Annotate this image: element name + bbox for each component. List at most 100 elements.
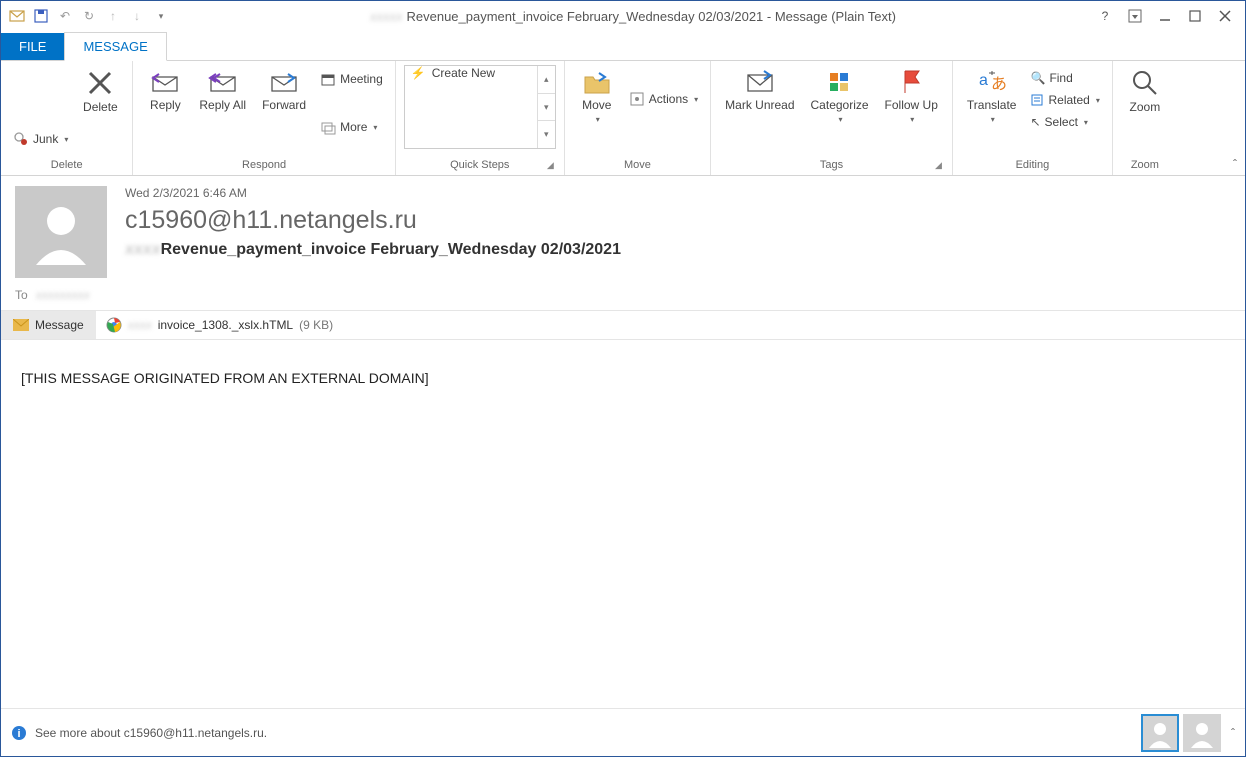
ribbon-collapse-icon[interactable]: ˆ	[1233, 157, 1237, 171]
redacted-text: xxxxx	[370, 9, 403, 24]
redo-icon[interactable]: ↻	[81, 8, 97, 24]
message-body-text: [THIS MESSAGE ORIGINATED FROM AN EXTERNA…	[21, 370, 429, 386]
up-arrow-icon[interactable]: ↑	[105, 8, 121, 24]
tab-message[interactable]: MESSAGE	[64, 32, 166, 61]
more-button[interactable]: More▾	[316, 117, 387, 137]
redacted-text: xxxx	[125, 241, 161, 258]
message-header: Wed 2/3/2021 6:46 AM c15960@h11.netangel…	[1, 176, 1245, 278]
zoom-label: Zoom	[1130, 101, 1161, 114]
categorize-label: Categorize	[811, 98, 869, 112]
help-icon[interactable]: ?	[1097, 8, 1113, 24]
group-label-quicksteps: Quick Steps◢	[404, 157, 556, 173]
delete-label: Delete	[83, 101, 118, 114]
reply-all-label: Reply All	[199, 99, 246, 112]
related-label: Related	[1048, 93, 1089, 107]
message-date: Wed 2/3/2021 6:46 AM	[125, 186, 1231, 200]
redacted-text: xxxx	[128, 318, 152, 332]
svg-text:a: a	[979, 72, 988, 89]
reply-label: Reply	[150, 99, 181, 112]
people-pane-expand-icon[interactable]: ˆ	[1231, 726, 1235, 740]
attachment-size: (9 KB)	[299, 318, 333, 332]
footer-info: i See more about c15960@h11.netangels.ru…	[11, 725, 267, 741]
scroll-more-icon[interactable]: ▾	[538, 121, 555, 148]
footer-info-text: See more about c15960@h11.netangels.ru.	[35, 726, 267, 740]
meeting-label: Meeting	[340, 72, 383, 86]
categorize-button[interactable]: Categorize▾	[805, 65, 875, 127]
actions-label: Actions	[649, 92, 688, 106]
meeting-button[interactable]: Meeting	[316, 69, 387, 89]
forward-label: Forward	[262, 99, 306, 112]
translate-button[interactable]: aあ Translate▾	[961, 65, 1023, 127]
avatar-recipient[interactable]	[1183, 714, 1221, 752]
find-button[interactable]: 🔍 Find	[1026, 69, 1103, 87]
message-subject: xxxxRevenue_payment_invoice February_Wed…	[125, 241, 1231, 259]
group-label-move: Move	[573, 157, 702, 173]
move-label: Move	[582, 98, 611, 112]
avatar-sender[interactable]	[1141, 714, 1179, 752]
ribbon: Junk▾ Delete Delete Reply Reply All Forw…	[1, 61, 1245, 176]
lightning-icon: ⚡	[411, 66, 426, 80]
save-icon[interactable]	[33, 8, 49, 24]
translate-label: Translate	[967, 98, 1017, 112]
select-label: Select	[1045, 115, 1078, 129]
group-label-delete: Delete	[9, 157, 124, 173]
header-info: Wed 2/3/2021 6:46 AM c15960@h11.netangel…	[125, 186, 1231, 278]
create-new-label: Create New	[432, 66, 495, 80]
footer-avatars	[1141, 714, 1221, 752]
quicksteps-scroll[interactable]: ▴ ▾ ▾	[537, 66, 555, 148]
down-arrow-icon[interactable]: ↓	[129, 8, 145, 24]
scroll-up-icon[interactable]: ▴	[538, 66, 555, 94]
related-button[interactable]: Related▾	[1026, 91, 1103, 109]
mail-icon	[9, 8, 25, 24]
group-delete: Junk▾ Delete Delete	[1, 61, 133, 175]
close-icon[interactable]	[1217, 8, 1233, 24]
launcher-icon[interactable]: ◢	[547, 160, 554, 171]
launcher-icon[interactable]: ◢	[935, 160, 942, 171]
attachment-bar: Message xxxx invoice_1308._xslx.hTML (9 …	[1, 310, 1245, 340]
svg-text:あ: あ	[991, 75, 1007, 93]
quicksteps-gallery[interactable]: ⚡ Create New ▴ ▾ ▾	[404, 65, 556, 149]
attachment-item[interactable]: xxxx invoice_1308._xslx.hTML (9 KB)	[96, 317, 343, 333]
chrome-icon	[106, 317, 122, 333]
reply-button[interactable]: Reply	[141, 65, 189, 114]
group-quicksteps: ⚡ Create New ▴ ▾ ▾ Quick Steps◢	[396, 61, 565, 175]
reply-all-button[interactable]: Reply All	[193, 65, 252, 114]
ribbon-display-icon[interactable]	[1127, 8, 1143, 24]
redacted-text: xxxxxxxxx	[36, 288, 90, 302]
more-label: More	[340, 120, 367, 134]
sender-avatar	[15, 186, 107, 278]
window-controls: ?	[1097, 8, 1241, 24]
junk-button[interactable]: Junk▾	[9, 129, 72, 149]
group-label-respond: Respond	[141, 157, 386, 173]
attachment-name: invoice_1308._xslx.hTML	[158, 318, 293, 332]
title-bar: ↶ ↻ ↑ ↓ ▾ xxxxx Revenue_payment_invoice …	[1, 1, 1245, 31]
group-move: Move▾ Actions▾ Move	[565, 61, 711, 175]
zoom-button[interactable]: Zoom	[1121, 65, 1169, 116]
undo-icon[interactable]: ↶	[57, 8, 73, 24]
move-button[interactable]: Move▾	[573, 65, 621, 127]
group-tags: Mark Unread Categorize▾ Follow Up▾ Tags◢	[711, 61, 953, 175]
actions-button[interactable]: Actions▾	[625, 89, 702, 109]
tab-file[interactable]: FILE	[1, 33, 64, 60]
message-tab-label: Message	[35, 318, 84, 332]
group-label-zoom: Zoom	[1121, 157, 1169, 173]
people-pane: i See more about c15960@h11.netangels.ru…	[1, 708, 1245, 756]
scroll-down-icon[interactable]: ▾	[538, 94, 555, 122]
quickstep-create-new[interactable]: ⚡ Create New	[405, 66, 537, 80]
binoculars-icon: 🔍	[1030, 71, 1045, 85]
delete-button[interactable]: Delete	[76, 65, 124, 116]
select-button[interactable]: ↖ Select▾	[1026, 113, 1103, 131]
find-label: Find	[1049, 71, 1072, 85]
group-label-editing: Editing	[961, 157, 1104, 173]
mark-unread-button[interactable]: Mark Unread	[719, 65, 800, 114]
message-from: c15960@h11.netangels.ru	[125, 206, 1231, 235]
cursor-icon: ↖	[1030, 115, 1040, 129]
follow-up-button[interactable]: Follow Up▾	[879, 65, 944, 127]
message-tab-button[interactable]: Message	[1, 311, 96, 339]
qat-customize-icon[interactable]: ▾	[153, 8, 169, 24]
quick-access-toolbar: ↶ ↻ ↑ ↓ ▾	[5, 8, 169, 24]
maximize-icon[interactable]	[1187, 8, 1203, 24]
forward-button[interactable]: Forward	[256, 65, 312, 114]
minimize-icon[interactable]	[1157, 8, 1173, 24]
message-body: [THIS MESSAGE ORIGINATED FROM AN EXTERNA…	[1, 340, 1245, 645]
